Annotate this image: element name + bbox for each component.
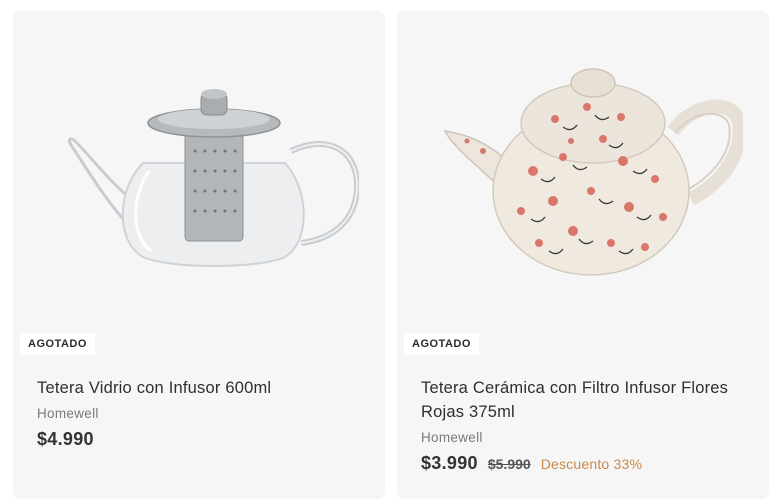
discount-label: Descuento 33% (540, 456, 643, 472)
product-card[interactable]: AGOTADO Tetera Vidrio con Infusor 600ml … (13, 11, 385, 499)
product-price: $4.990 (37, 429, 94, 449)
product-brand: Homewell (37, 406, 99, 421)
product-image[interactable] (397, 11, 769, 331)
product-price: $3.990 (421, 453, 478, 473)
original-price: $5.990 (487, 456, 531, 472)
product-image[interactable] (13, 11, 385, 331)
product-title[interactable]: Tetera Vidrio con Infusor 600ml (37, 376, 365, 400)
price-row: $3.990 $5.990 Descuento 33% (421, 453, 749, 474)
product-title[interactable]: Tetera Cerámica con Filtro Infusor Flore… (421, 376, 749, 424)
sold-out-badge: AGOTADO (404, 333, 479, 355)
ceramic-floral-teapot-image (443, 68, 743, 276)
product-brand: Homewell (421, 430, 483, 445)
product-card[interactable]: AGOTADO Tetera Cerámica con Filtro Infus… (397, 11, 769, 499)
price-row: $4.990 (37, 429, 365, 450)
glass-teapot-image (67, 89, 359, 267)
sold-out-badge: AGOTADO (20, 333, 95, 355)
